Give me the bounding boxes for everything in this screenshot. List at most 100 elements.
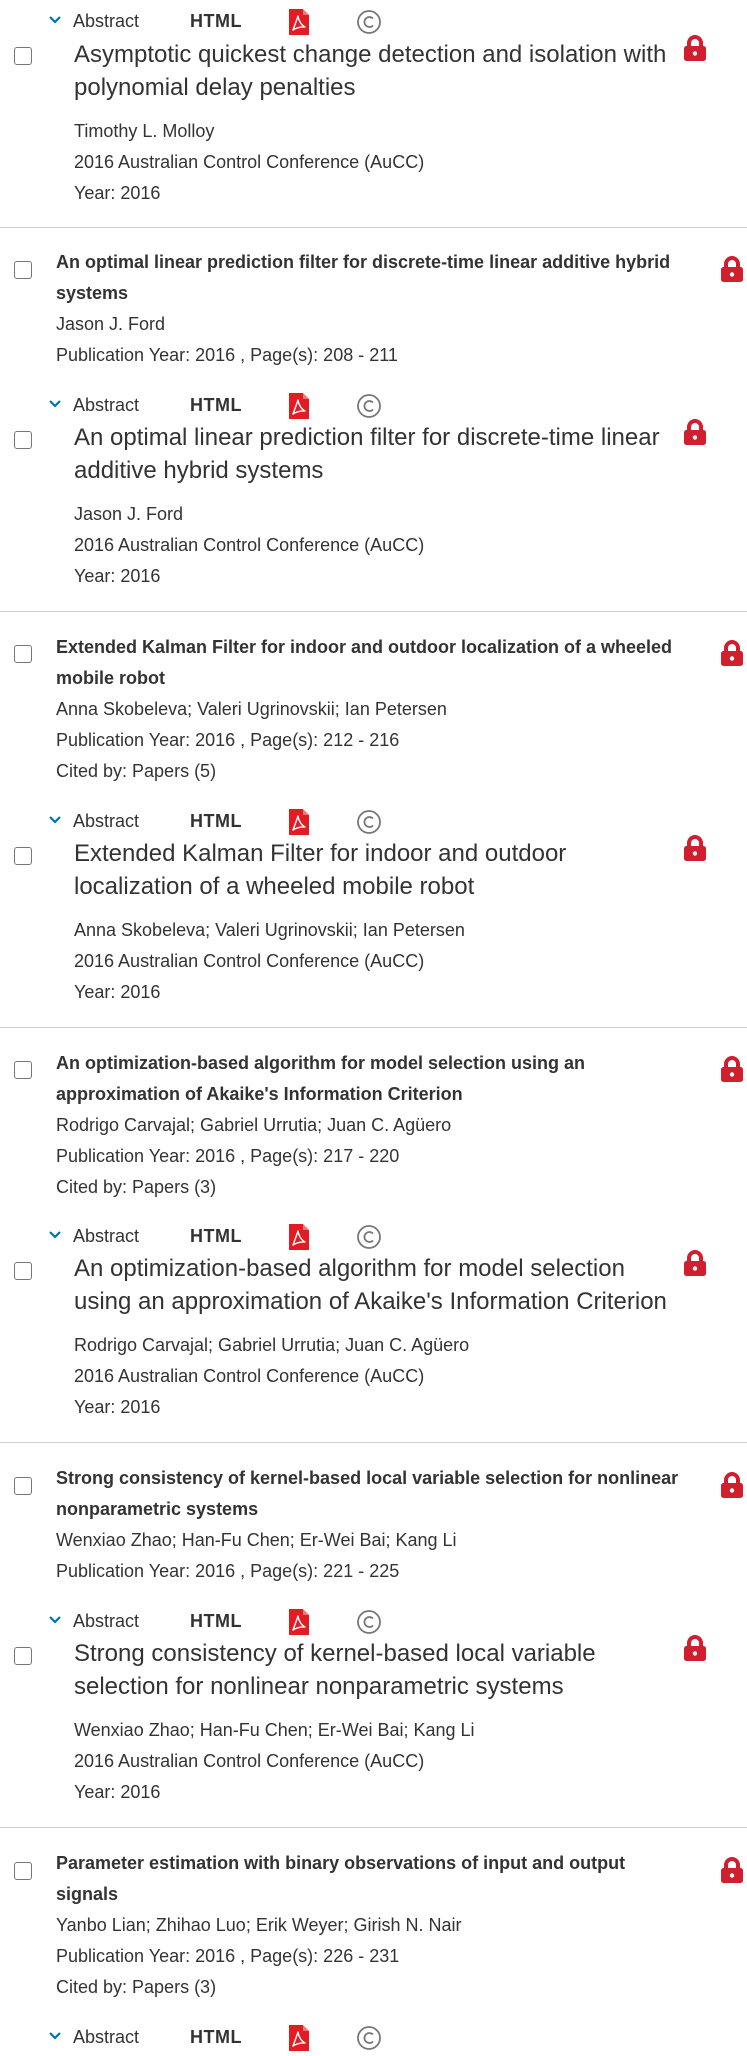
pdf-icon[interactable] [288,1223,310,1251]
result-checkbox[interactable] [14,847,32,865]
abstract-toggle[interactable]: Abstract [73,1608,139,1634]
result-title[interactable]: Strong consistency of kernel-based local… [56,1463,688,1525]
result-checkbox[interactable] [14,1477,32,1495]
expanded-result-title[interactable]: Asymptotic quickest change detection and… [74,38,686,104]
result-cited-by[interactable]: Cited by: Papers (3) [56,1972,688,2003]
result-divider [0,227,747,228]
expanded-year: Year: 2016 [74,566,161,586]
result-checkbox[interactable] [14,431,32,449]
expanded-year: Year: 2016 [74,982,161,1002]
result-divider [0,1027,747,1028]
result-checkbox[interactable] [14,47,32,65]
result-controls: Abstract HTML [48,8,448,40]
result-pub-info: Publication Year: 2016 , Page(s): 212 - … [56,730,400,750]
result-item: Parameter estimation with binary observa… [56,1848,688,2003]
result-divider [0,611,747,612]
search-results-page: Abstract HTML Asymptotic quickest change… [0,0,747,2051]
expanded-result-title[interactable]: Extended Kalman Filter for indoor and ou… [74,837,686,903]
html-link[interactable]: HTML [190,808,242,834]
copyright-icon[interactable] [356,1224,382,1250]
expanded-result-title[interactable]: An optimal linear prediction filter for … [74,421,686,487]
result-cited-by[interactable]: Cited by: Papers (3) [56,1172,688,1203]
expanded-authors[interactable]: Timothy L. Molloy [74,116,686,147]
chevron-down-icon[interactable] [48,1229,62,1241]
result-checkbox[interactable] [14,1262,32,1280]
html-link[interactable]: HTML [190,392,242,418]
abstract-toggle[interactable]: Abstract [73,392,139,418]
chevron-down-icon[interactable] [48,814,62,826]
result-checkbox[interactable] [14,645,32,663]
expanded-conference[interactable]: 2016 Australian Control Conference (AuCC… [74,147,686,178]
result-item: An optimization-based algorithm for mode… [56,1048,688,1203]
expanded-year: Year: 2016 [74,1397,161,1417]
result-title[interactable]: Parameter estimation with binary observa… [56,1848,688,1910]
expanded-authors[interactable]: Jason J. Ford [74,499,686,530]
expanded-conference[interactable]: 2016 Australian Control Conference (AuCC… [74,530,686,561]
result-pub-info: Publication Year: 2016 , Page(s): 217 - … [56,1146,400,1166]
expanded-result: An optimal linear prediction filter for … [74,421,686,592]
expanded-result: Extended Kalman Filter for indoor and ou… [74,837,686,1008]
result-controls: Abstract HTML [48,808,448,840]
expanded-authors[interactable]: Anna Skobeleva; Valeri Ugrinovskii; Ian … [74,915,686,946]
chevron-down-icon[interactable] [48,398,62,410]
result-title[interactable]: An optimal linear prediction filter for … [56,247,688,309]
result-pub-info: Publication Year: 2016 , Page(s): 208 - … [56,345,398,365]
result-checkbox[interactable] [14,1061,32,1079]
html-link[interactable]: HTML [190,1223,242,1249]
result-pub-info: Publication Year: 2016 , Page(s): 221 - … [56,1561,400,1581]
result-controls: Abstract HTML [48,1223,448,1255]
pdf-icon[interactable] [288,808,310,836]
copyright-icon[interactable] [356,9,382,35]
result-checkbox[interactable] [14,261,32,279]
chevron-down-icon[interactable] [48,14,62,26]
expanded-authors[interactable]: Wenxiao Zhao; Han-Fu Chen; Er-Wei Bai; K… [74,1715,686,1746]
result-controls: Abstract HTML [48,1608,448,1640]
result-authors[interactable]: Yanbo Lian; Zhihao Luo; Erik Weyer; Giri… [56,1910,688,1941]
result-authors[interactable]: Wenxiao Zhao; Han-Fu Chen; Er-Wei Bai; K… [56,1525,688,1556]
lock-icon [721,1472,743,1498]
result-title[interactable]: Extended Kalman Filter for indoor and ou… [56,632,688,694]
result-title[interactable]: An optimization-based algorithm for mode… [56,1048,688,1110]
expanded-result-title[interactable]: An optimization-based algorithm for mode… [74,1252,686,1318]
result-controls: Abstract HTML [48,2024,448,2056]
expanded-result-title[interactable]: Strong consistency of kernel-based local… [74,1637,686,1703]
expanded-conference[interactable]: 2016 Australian Control Conference (AuCC… [74,946,686,977]
html-link[interactable]: HTML [190,2024,242,2050]
html-link[interactable]: HTML [190,1608,242,1634]
copyright-icon[interactable] [356,393,382,419]
abstract-toggle[interactable]: Abstract [73,808,139,834]
pdf-icon[interactable] [288,392,310,420]
result-cited-by[interactable]: Cited by: Papers (5) [56,756,688,787]
result-checkbox[interactable] [14,1647,32,1665]
expanded-conference[interactable]: 2016 Australian Control Conference (AuCC… [74,1746,686,1777]
copyright-icon[interactable] [356,809,382,835]
pdf-icon[interactable] [288,1608,310,1636]
result-authors[interactable]: Anna Skobeleva; Valeri Ugrinovskii; Ian … [56,694,688,725]
result-authors[interactable]: Rodrigo Carvajal; Gabriel Urrutia; Juan … [56,1110,688,1141]
lock-icon [721,640,743,666]
abstract-toggle[interactable]: Abstract [73,1223,139,1249]
result-pub-info: Publication Year: 2016 , Page(s): 226 - … [56,1946,400,1966]
expanded-year: Year: 2016 [74,1782,161,1802]
html-link[interactable]: HTML [190,8,242,34]
expanded-result: Strong consistency of kernel-based local… [74,1637,686,1808]
result-authors[interactable]: Jason J. Ford [56,309,688,340]
expanded-result: An optimization-based algorithm for mode… [74,1252,686,1423]
expanded-authors[interactable]: Rodrigo Carvajal; Gabriel Urrutia; Juan … [74,1330,686,1361]
lock-icon [721,1857,743,1883]
pdf-icon[interactable] [288,8,310,36]
abstract-toggle[interactable]: Abstract [73,2024,139,2050]
result-item: Strong consistency of kernel-based local… [56,1463,688,1587]
result-controls: Abstract HTML [48,392,448,424]
copyright-icon[interactable] [356,1609,382,1635]
result-item: Extended Kalman Filter for indoor and ou… [56,632,688,787]
abstract-toggle[interactable]: Abstract [73,8,139,34]
pdf-icon[interactable] [288,2024,310,2052]
copyright-icon[interactable] [356,2025,382,2051]
chevron-down-icon[interactable] [48,2030,62,2042]
result-checkbox[interactable] [14,1862,32,1880]
expanded-result: Asymptotic quickest change detection and… [74,38,686,209]
lock-icon [721,256,743,282]
expanded-conference[interactable]: 2016 Australian Control Conference (AuCC… [74,1361,686,1392]
chevron-down-icon[interactable] [48,1614,62,1626]
